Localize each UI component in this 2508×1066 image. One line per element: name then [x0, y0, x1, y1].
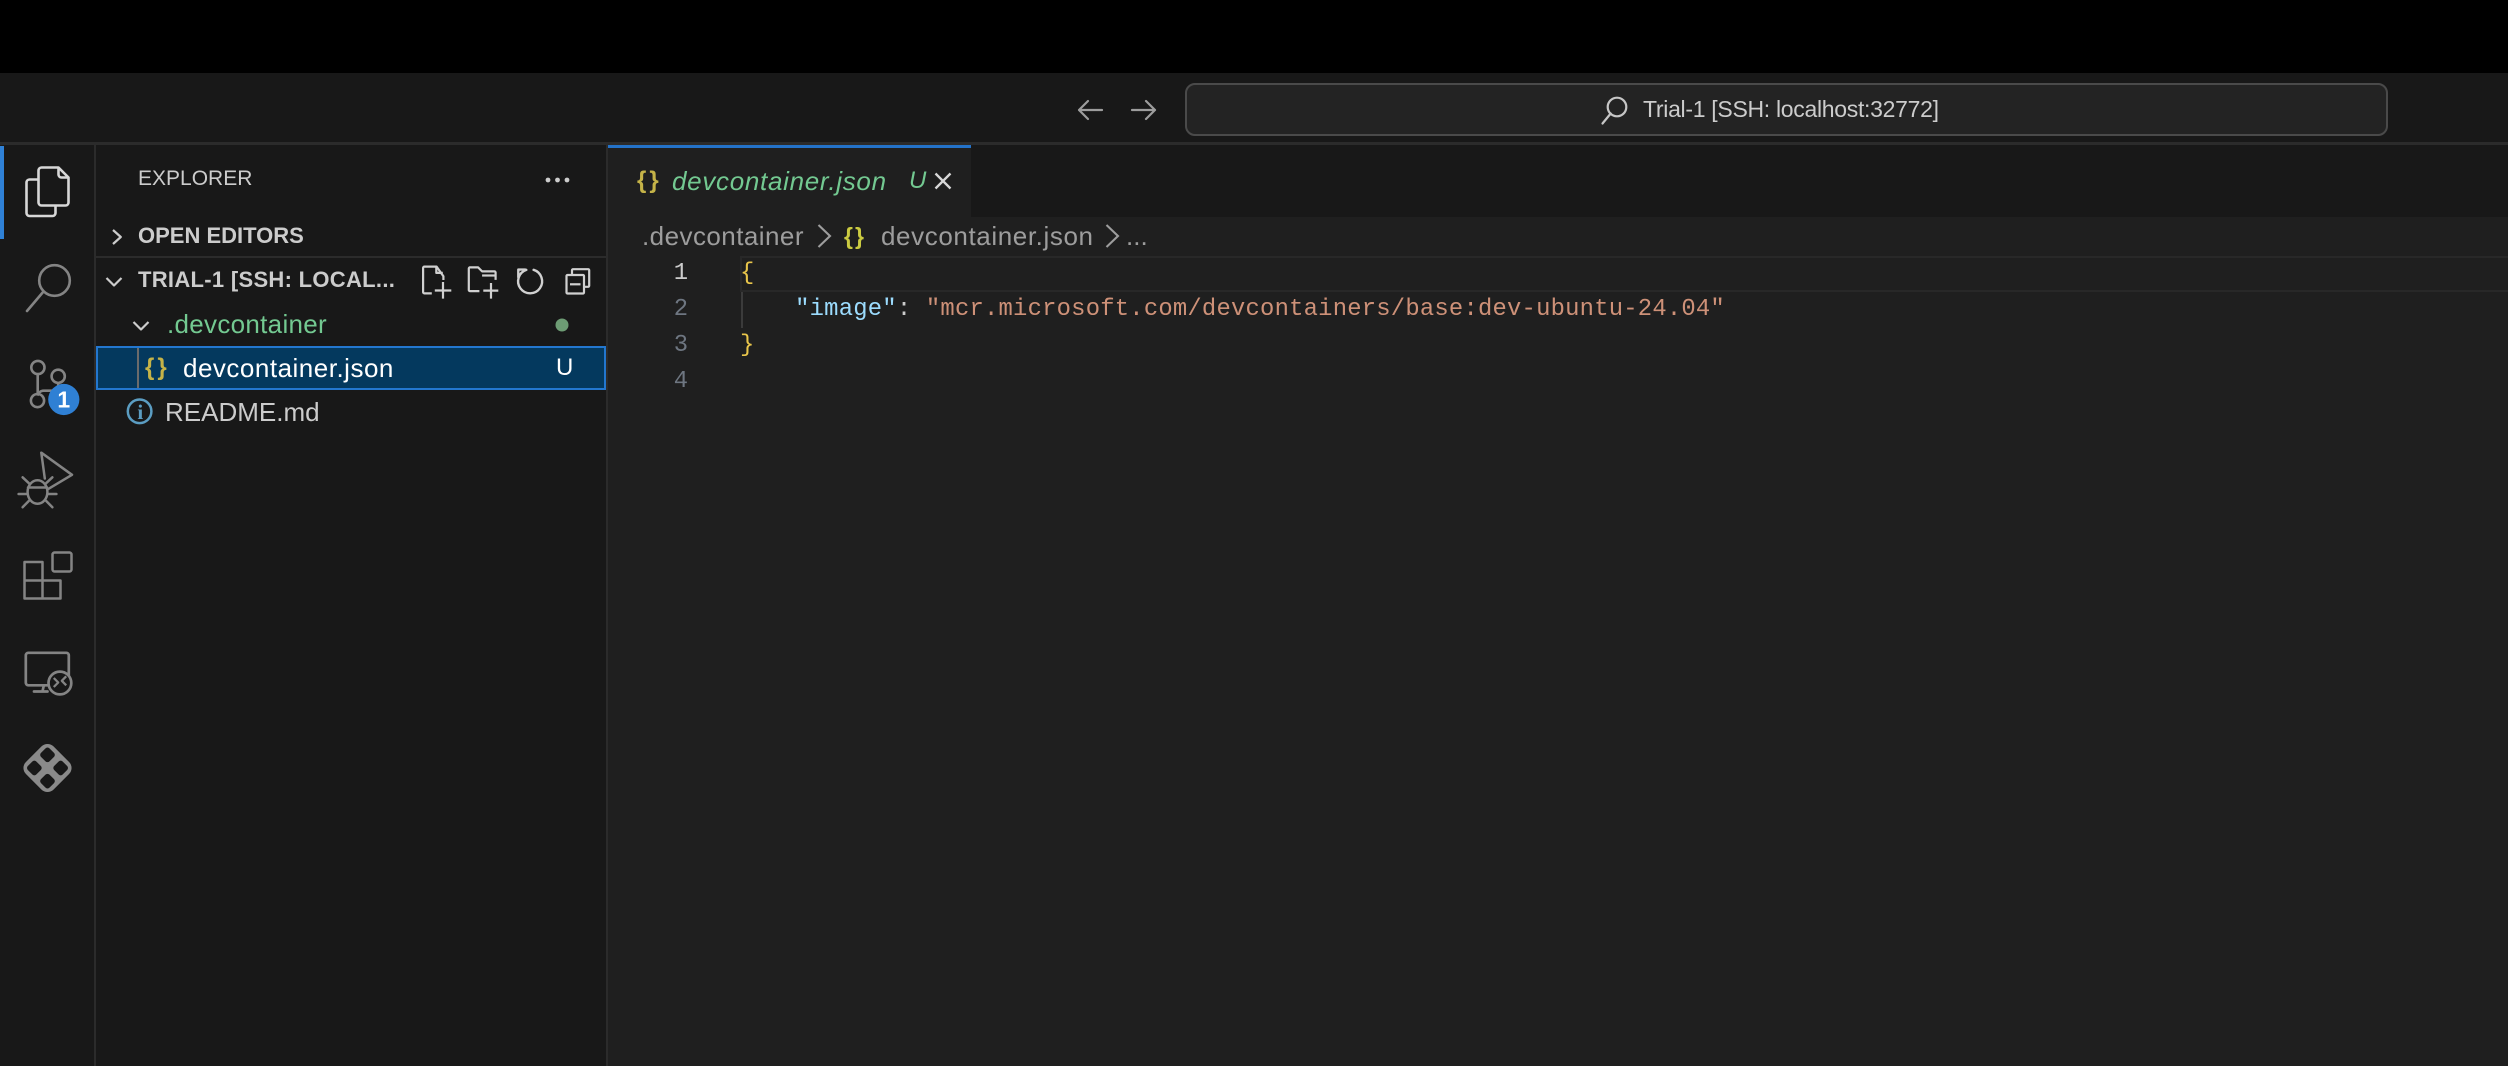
svg-text:1: 1: [57, 387, 70, 413]
svg-text:i: i: [137, 400, 143, 424]
